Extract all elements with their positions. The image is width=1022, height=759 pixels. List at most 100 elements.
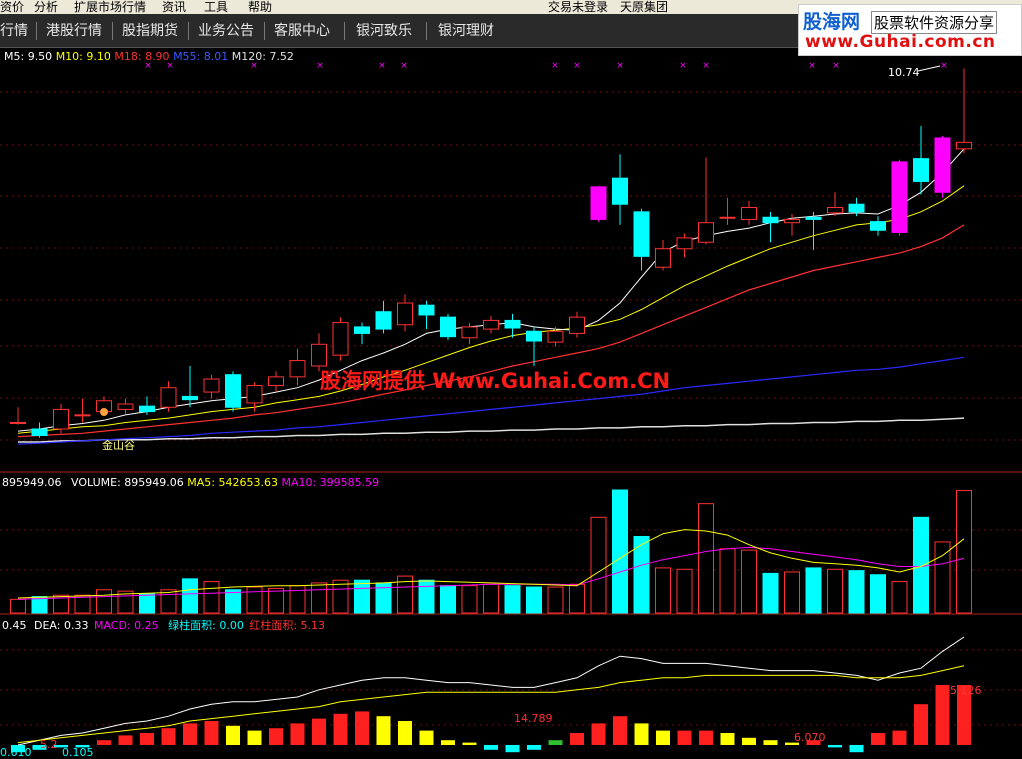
signal-marker — [100, 408, 108, 416]
candle-body — [31, 428, 48, 436]
macd-bar — [763, 740, 778, 745]
volume-bar — [956, 490, 972, 614]
volume-ma5-value: MA5: 542653.63 — [187, 476, 278, 489]
ma18-value: M18: 8.90 — [114, 50, 170, 63]
volume-bar — [139, 593, 155, 614]
macd-bar — [634, 723, 649, 745]
candle-body — [268, 376, 284, 387]
candle-body — [160, 387, 177, 408]
volume-bar — [913, 516, 929, 614]
signal-mark: × — [400, 61, 408, 71]
macd-legend: 0.45 DEA: 0.33 MACD: 0.25 绿柱面积: 0.00 红柱面… — [2, 617, 325, 633]
signal-mark: × — [316, 61, 324, 71]
macd-bar — [871, 733, 885, 745]
volume-bar — [526, 586, 542, 614]
candle-body — [719, 216, 736, 219]
watermark-text: 股海网提供 Www.Guhai.Com.CN — [320, 369, 671, 393]
macd-bar — [97, 740, 111, 745]
volume-bar — [160, 589, 177, 614]
candle-body — [913, 158, 929, 182]
macd-bar — [462, 742, 477, 745]
candle-body — [547, 330, 564, 343]
volume-bar — [569, 583, 585, 614]
macd-bar — [269, 728, 283, 745]
volume-bar — [225, 589, 241, 614]
volume-bar — [203, 581, 220, 614]
macd-bar — [548, 740, 563, 745]
candle-body — [676, 237, 693, 250]
signal-mark: × — [573, 61, 581, 71]
candle-body — [10, 421, 26, 424]
signal-mark: × — [616, 61, 624, 71]
macd-bar — [204, 721, 219, 745]
volume-bar — [547, 586, 564, 614]
volume-bar — [741, 549, 757, 614]
candle-body — [655, 248, 671, 268]
red-area-value: 红柱面积: 5.13 — [249, 619, 326, 632]
signal-mark: × — [940, 61, 948, 71]
candle-body — [956, 141, 972, 150]
macd-bar — [828, 745, 842, 748]
candle-body — [311, 343, 327, 367]
macd-label-left2: 0.105 — [62, 746, 94, 759]
candle-body — [827, 206, 843, 214]
signal-mark: × — [702, 61, 710, 71]
candle-body — [698, 222, 714, 243]
signal-mark: × — [832, 61, 840, 71]
macd-bar — [935, 685, 950, 745]
volume-bar — [483, 583, 499, 614]
macd-bar — [699, 730, 713, 745]
dea-value: DEA: 0.33 — [34, 619, 89, 632]
ma10-value: M10: 9.10 — [55, 50, 111, 63]
volume-bar — [827, 568, 843, 614]
macd-label-low: 6.070 — [794, 731, 826, 744]
macd-bar — [290, 723, 305, 745]
candle-body — [289, 360, 306, 378]
volume-bar — [311, 582, 327, 614]
volume-bar — [784, 571, 800, 614]
candle-body — [891, 161, 908, 233]
volume-bar — [440, 585, 456, 614]
candle-body — [182, 395, 198, 401]
ma55-value: M55: 8.01 — [173, 50, 229, 63]
candle-body — [612, 177, 628, 205]
macd-label-left3: 5.2 — [40, 738, 58, 751]
macd-bar — [441, 740, 455, 745]
volume-bar — [612, 489, 628, 614]
candle-body — [354, 326, 370, 334]
high-price-label: 10.74 — [888, 66, 920, 79]
macd-bar — [849, 745, 864, 753]
ma120-line — [18, 417, 965, 443]
candle-body — [53, 408, 69, 430]
volume-bar — [762, 572, 779, 614]
volume-bar — [805, 567, 822, 614]
volume-bar — [891, 581, 908, 614]
volume-bar — [461, 585, 478, 614]
price-ma-legend: M5: 9.50 M10: 9.10 M18: 8.90 M55: 8.01 M… — [4, 50, 294, 63]
candle-body — [504, 319, 521, 329]
macd-bar — [140, 733, 154, 745]
volume-bar — [719, 548, 736, 614]
signal-mark: × — [679, 61, 687, 71]
ma120-value: M120: 7.52 — [231, 50, 294, 63]
candle-body — [870, 221, 886, 231]
macd-bar — [312, 718, 326, 745]
dif-value: 0.45 — [2, 619, 27, 632]
candle-body — [633, 211, 650, 257]
volume-current: 895949.06 — [2, 476, 62, 489]
signal-mark: × — [378, 61, 386, 71]
macd-bar — [118, 735, 133, 745]
macd-bar — [355, 711, 369, 745]
volume-bar — [698, 503, 714, 614]
macd-bar — [419, 730, 434, 745]
candle-body — [483, 319, 499, 330]
macd-bar — [484, 745, 498, 750]
volume-bar — [354, 579, 370, 614]
candle-body — [203, 378, 220, 393]
candle-body — [332, 322, 349, 356]
volume-bar — [655, 567, 671, 614]
candle-body — [225, 374, 241, 408]
candle-body — [139, 405, 155, 413]
volume-bar — [934, 541, 951, 614]
macd-bar — [505, 745, 520, 753]
